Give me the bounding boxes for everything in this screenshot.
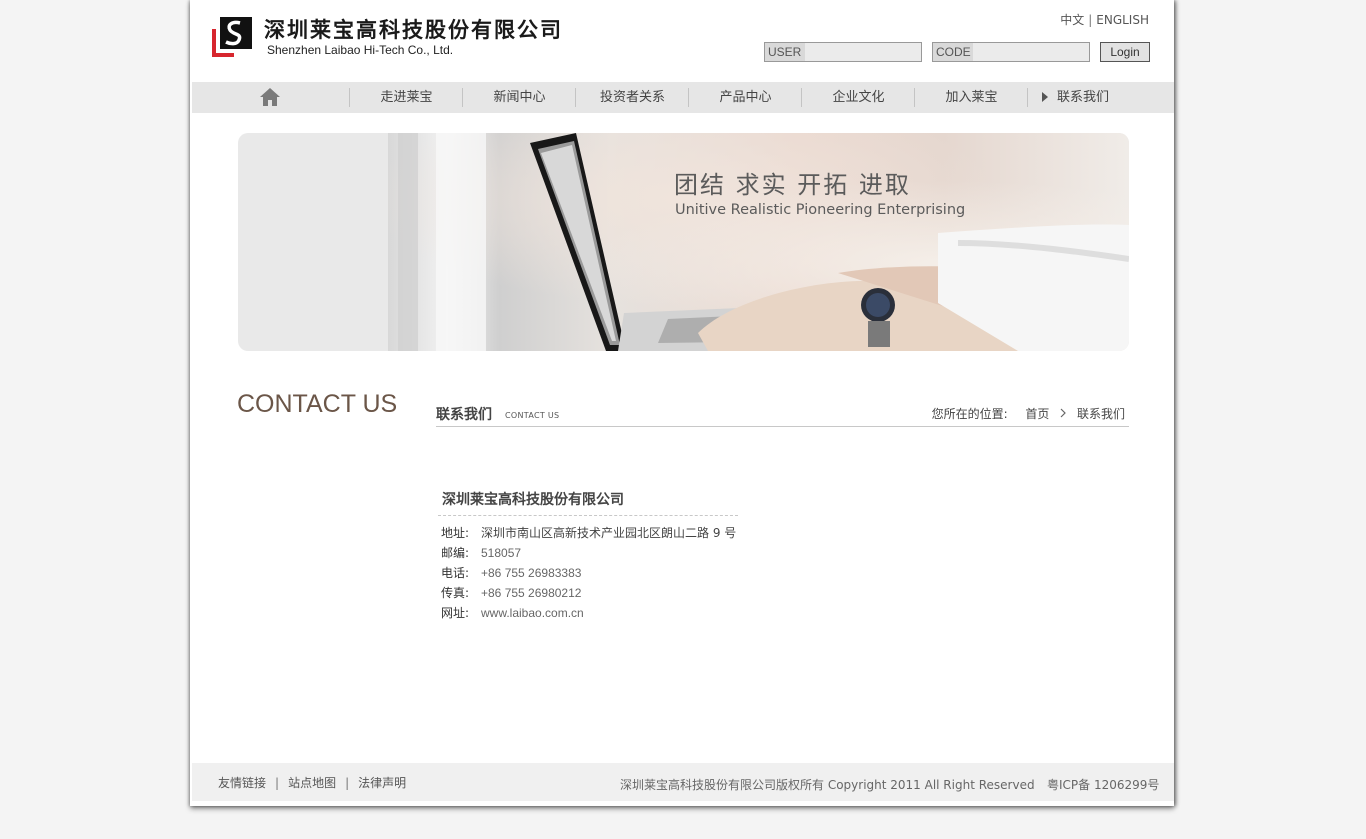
- contact-phone: 电话: +86 755 26983383: [441, 564, 736, 584]
- contact-label: 地址:: [441, 526, 470, 540]
- contact-label: 网址:: [441, 606, 470, 620]
- contact-label: 邮编:: [441, 546, 470, 560]
- language-switcher: 中文 | ENGLISH: [1060, 11, 1149, 28]
- nav-item-contact[interactable]: 联系我们: [1052, 82, 1114, 113]
- footer-links: 友情链接 | 站点地图 | 法律声明: [218, 774, 406, 791]
- breadcrumb-current: 联系我们: [1076, 407, 1125, 421]
- footer-link-sitemap[interactable]: 站点地图: [288, 776, 336, 790]
- lang-chinese-link[interactable]: 中文: [1060, 13, 1084, 27]
- login-button[interactable]: Login: [1100, 42, 1150, 62]
- contact-value: +86 755 26980212: [481, 586, 582, 600]
- contact-website: 网址: www.laibao.com.cn: [441, 604, 736, 624]
- footer: 友情链接 | 站点地图 | 法律声明 深圳莱宝高科技股份有限公司版权所有 Copyrig…: [192, 763, 1174, 801]
- lang-english-link[interactable]: ENGLISH: [1096, 13, 1149, 27]
- nav-item-about[interactable]: 走进莱宝: [350, 82, 463, 113]
- contact-website-link[interactable]: www.laibao.com.cn: [481, 606, 584, 620]
- breadcrumb-home-link[interactable]: 首页: [1025, 407, 1049, 421]
- logo-english-name: Shenzhen Laibao Hi-Tech Co., Ltd.: [267, 43, 454, 57]
- triangle-right-icon: [1042, 92, 1048, 102]
- nav-item-products[interactable]: 产品中心: [689, 82, 802, 113]
- home-icon: [260, 88, 280, 106]
- breadcrumb: 您所在的位置: 首页 联系我们: [932, 405, 1125, 422]
- hero-banner: 团结 求实 开拓 进取 Unitive Realistic Pioneering…: [238, 133, 1129, 351]
- section-title: 联系我们: [436, 407, 492, 423]
- contact-address: 地址: 深圳市南山区高新技术产业园北区朗山二路 9 号: [441, 524, 736, 544]
- footer-separator: |: [345, 776, 350, 790]
- contact-fax: 传真: +86 755 26980212: [441, 584, 736, 604]
- contact-value: 深圳市南山区高新技术产业园北区朗山二路 9 号: [481, 526, 737, 540]
- nav-item-investors[interactable]: 投资者关系: [576, 82, 689, 113]
- logo-chinese-name: 深圳莱宝高科技股份有限公司: [264, 17, 563, 42]
- page-container: 深圳莱宝高科技股份有限公司 Shenzhen Laibao Hi-Tech Co…: [190, 0, 1174, 806]
- contact-info-list: 地址: 深圳市南山区高新技术产业园北区朗山二路 9 号 邮编: 518057 电话:…: [441, 524, 736, 624]
- side-title: CONTACT US: [237, 390, 398, 418]
- footer-link-friends[interactable]: 友情链接: [218, 776, 266, 790]
- banner-slogan-english: Unitive Realistic Pioneering Enterprisin…: [675, 202, 966, 218]
- contact-postcode: 邮编: 518057: [441, 544, 736, 564]
- password-input[interactable]: CODE: [932, 42, 1090, 62]
- dashed-divider: [438, 515, 738, 516]
- copyright-text: 深圳莱宝高科技股份有限公司版权所有 Copyright 2011 All Rig…: [620, 778, 1035, 792]
- chevron-right-icon: [1060, 408, 1067, 418]
- nav-item-culture[interactable]: 企业文化: [802, 82, 915, 113]
- contact-value: +86 755 26983383: [481, 566, 582, 580]
- icp-license: 粤ICP备 1206299号: [1047, 778, 1160, 792]
- content-header: 联系我们 CONTACT US 您所在的位置: 首页 联系我们: [436, 403, 1129, 427]
- contact-label: 电话:: [441, 566, 470, 580]
- footer-link-legal[interactable]: 法律声明: [358, 776, 406, 790]
- main-nav: 走进莱宝 新闻中心 投资者关系 产品中心 企业文化 加入莱宝 联系我们: [192, 82, 1174, 113]
- banner-slogan: 团结 求实 开拓 进取: [674, 171, 911, 199]
- nav-home[interactable]: [240, 82, 300, 113]
- footer-separator: |: [275, 776, 280, 790]
- nav-item-news[interactable]: 新闻中心: [463, 82, 576, 113]
- contact-value: 518057: [481, 546, 522, 560]
- breadcrumb-prefix: 您所在的位置:: [931, 407, 1008, 421]
- nav-divider: [1027, 88, 1028, 107]
- contact-label: 传真:: [441, 586, 470, 600]
- section-title-english: CONTACT US: [505, 411, 560, 420]
- lang-separator: |: [1088, 13, 1093, 27]
- nav-item-careers[interactable]: 加入莱宝: [915, 82, 1028, 113]
- logo-mark-icon: [212, 17, 252, 57]
- company-name: 深圳莱宝高科技股份有限公司: [442, 492, 624, 508]
- username-input[interactable]: USER: [764, 42, 922, 62]
